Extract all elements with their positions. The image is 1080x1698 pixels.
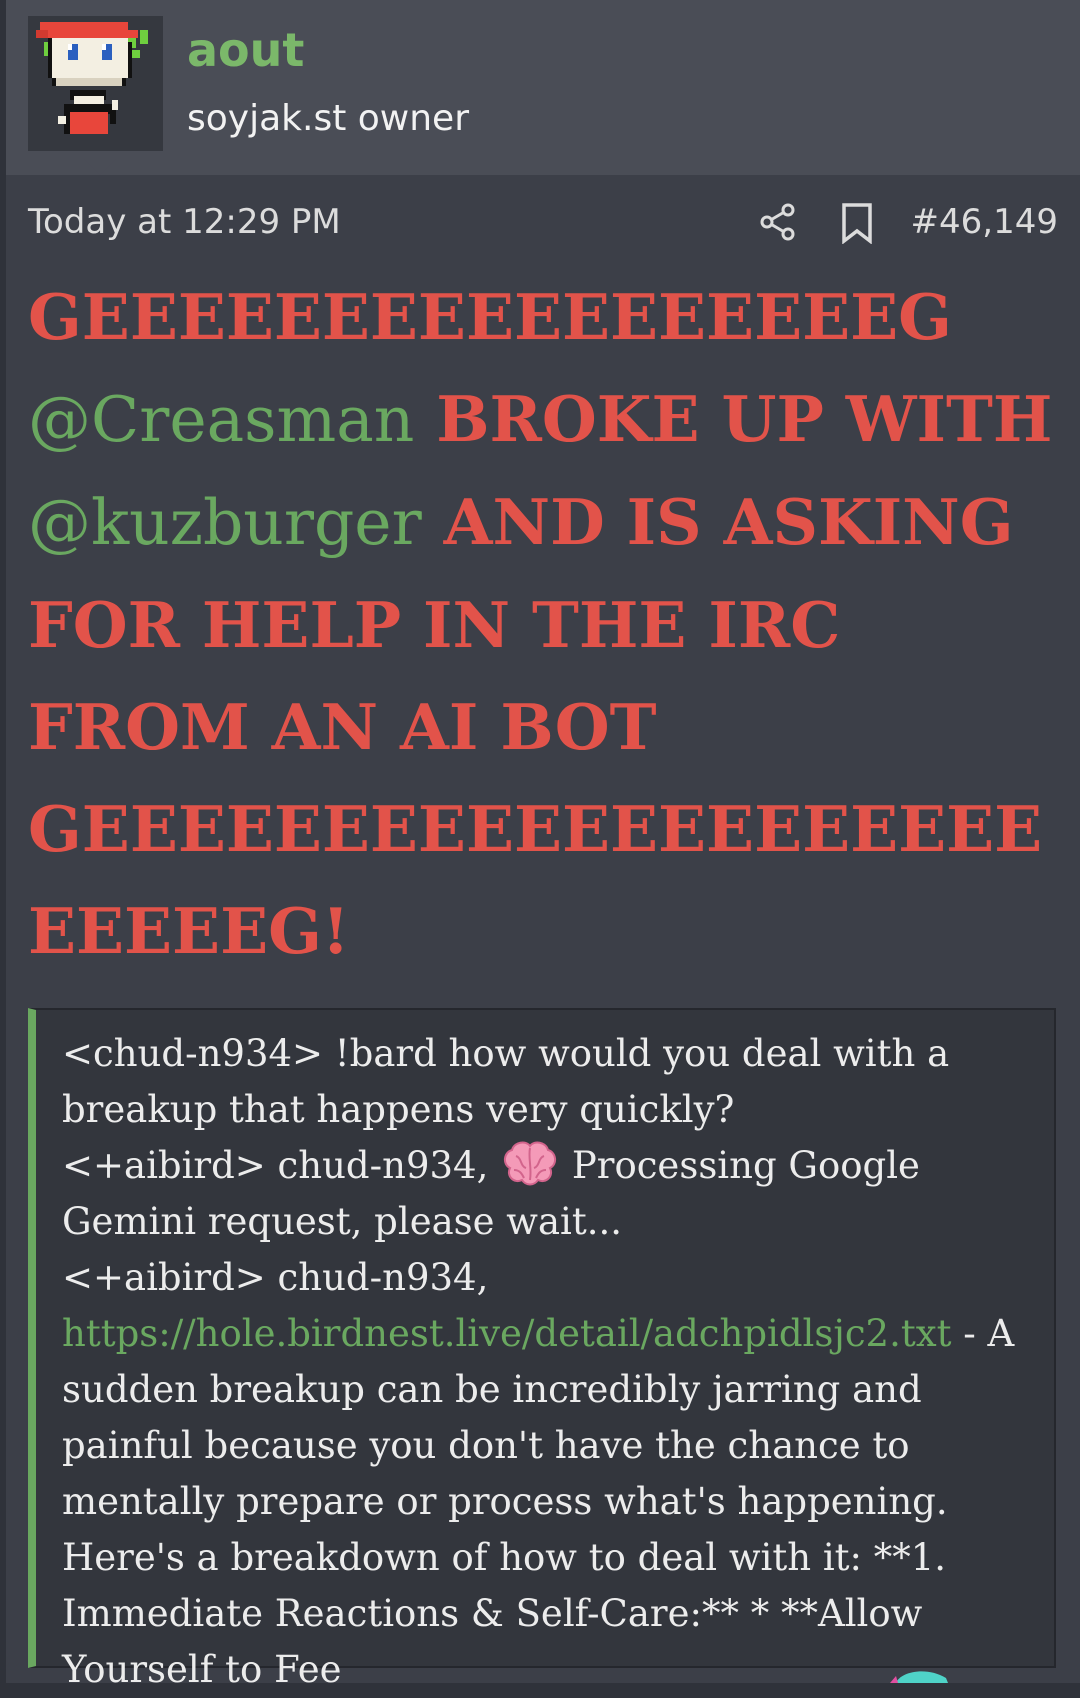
avatar[interactable] (28, 16, 163, 151)
share-icon[interactable] (758, 202, 798, 242)
quote-line: <+aibird> chud-n934, https://hole.birdne… (62, 1250, 1042, 1698)
message-text: BROKE UP WITH (414, 382, 1053, 456)
post-meta: Today at 12:29 PM #46,149 (28, 196, 1058, 248)
post-number[interactable]: #46,149 (911, 200, 1058, 244)
quote-text: <+aibird> chud-n934, (62, 1256, 489, 1299)
user-header: aout soyjak.st owner (6, 0, 1080, 175)
quote-text: <+aibird> chud-n934, (62, 1144, 501, 1187)
post-card: aout soyjak.st owner Today at 12:29 PM #… (6, 0, 1080, 1691)
quote-line: <+aibird> chud-n934, Processing Google G… (62, 1138, 1042, 1250)
pixel-character-avatar-icon (36, 22, 148, 134)
quote-text: - A sudden breakup can be incredibly jar… (62, 1312, 1015, 1691)
mention-creasman[interactable]: @Creasman (28, 383, 414, 456)
partial-avatar-icon (890, 1671, 948, 1683)
username[interactable]: aout (187, 22, 304, 78)
bookmark-icon[interactable] (840, 202, 874, 244)
post-timestamp[interactable]: Today at 12:29 PM (28, 200, 341, 244)
quote-line: <chud-n934> !bard how would you deal wit… (62, 1032, 950, 1131)
post-message: GEEEEEEEEEEEEEEEEEG @Creasman BROKE UP W… (28, 266, 1068, 982)
header-pointer (84, 159, 116, 175)
gemini-result-link[interactable]: https://hole.birdnest.live/detail/adchpi… (62, 1312, 951, 1355)
brain-emoji-icon (504, 1141, 557, 1186)
quote-block: <chud-n934> !bard how would you deal wit… (28, 1008, 1056, 1691)
mention-kuzburger[interactable]: @kuzburger (28, 486, 422, 559)
user-title: soyjak.st owner (187, 98, 469, 139)
message-text: GEEEEEEEEEEEEEEEEEG (28, 280, 952, 354)
quote-body: <chud-n934> !bard how would you deal wit… (62, 1026, 1042, 1698)
